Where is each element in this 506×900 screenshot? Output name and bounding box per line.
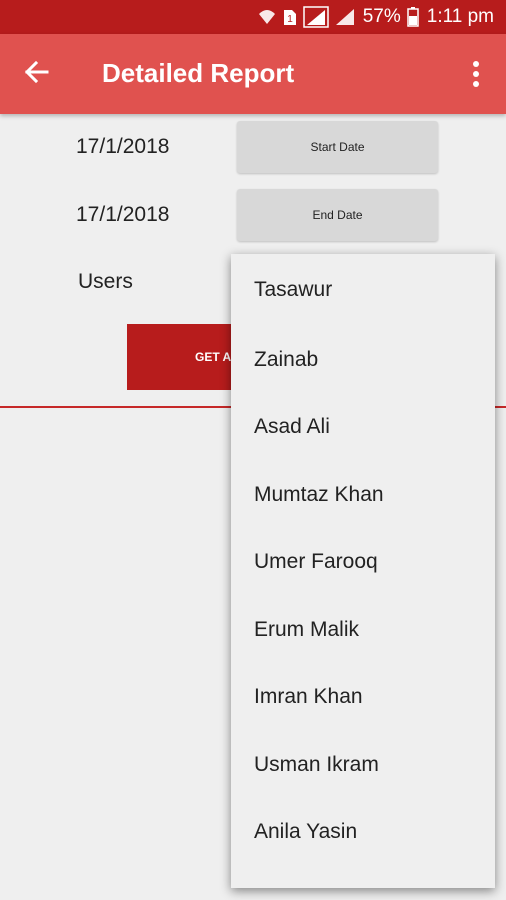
start-date-button[interactable]: Start Date (237, 121, 438, 173)
dropdown-item[interactable]: Imran Khan (231, 664, 495, 732)
dropdown-item[interactable]: Mumtaz Khan (231, 461, 495, 529)
page-title: Detailed Report (102, 58, 295, 88)
battery-percent: 57% (362, 6, 401, 27)
overflow-menu-button[interactable] (462, 56, 490, 96)
signal-icon (302, 6, 329, 28)
end-date-button[interactable]: End Date (237, 189, 438, 241)
clock: 1:11 pm (426, 6, 494, 27)
dropdown-item[interactable]: Asad Ali (231, 394, 495, 462)
arrow-left-icon (23, 59, 49, 90)
users-dropdown[interactable]: Tasawur Zainab Asad Ali Mumtaz Khan Umer… (231, 254, 495, 888)
battery-icon (407, 7, 419, 27)
signal-icon (335, 8, 355, 26)
dropdown-item[interactable]: Zainab (231, 326, 495, 394)
dropdown-item[interactable]: Tasawur (231, 254, 495, 326)
dropdown-item[interactable]: Umer Farooq (231, 529, 495, 597)
end-date-value: 17/1/2018 (76, 203, 170, 226)
app-bar: Detailed Report (0, 34, 506, 114)
wifi-icon (257, 8, 277, 26)
back-button[interactable] (14, 52, 58, 96)
users-label: Users (78, 270, 133, 293)
sim-label: 1 (287, 14, 293, 25)
sim-icon: 1 (283, 8, 297, 26)
more-vertical-icon (473, 60, 479, 92)
start-date-value: 17/1/2018 (76, 135, 170, 158)
dropdown-item[interactable]: Anila Yasin (231, 799, 495, 867)
dropdown-item[interactable]: Usman Ikram (231, 731, 495, 799)
status-bar: 1 57% 1:11 pm (0, 0, 506, 34)
dropdown-item[interactable]: Erum Malik (231, 596, 495, 664)
